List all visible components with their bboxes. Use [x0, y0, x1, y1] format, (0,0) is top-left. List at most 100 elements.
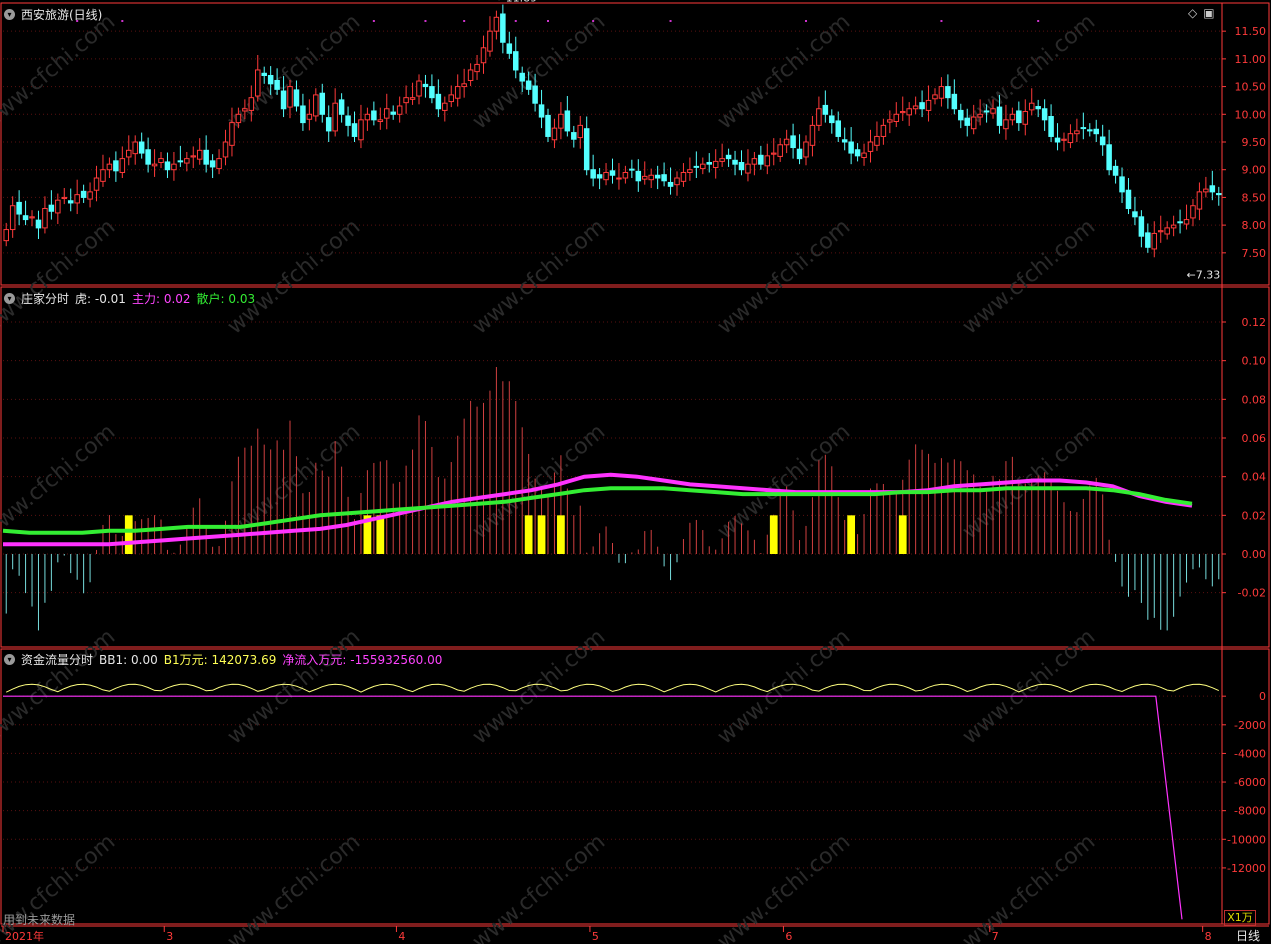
y-tick-label: 0.08 — [1242, 393, 1267, 406]
candle-body — [590, 169, 596, 179]
candle-body — [732, 159, 738, 165]
candle-body — [248, 97, 255, 111]
candle-body — [1074, 130, 1080, 135]
bb1-label: BB1: 0.00 — [99, 652, 158, 667]
candle-body — [1157, 230, 1164, 233]
candle-body — [138, 141, 145, 154]
candle-body — [1106, 144, 1112, 171]
candle-body — [319, 92, 326, 115]
candle-body — [55, 199, 61, 214]
candle-body — [500, 13, 506, 43]
candle-body — [255, 69, 261, 97]
watermark-text: www.cfchi.com — [0, 214, 120, 339]
candle-body — [293, 89, 300, 107]
candle-body — [822, 104, 829, 115]
axes: 7.50 8.00 8.50 9.00 9.50 10.00 10.50 11.00 11.50… — [2, 25, 1267, 943]
candle-body — [893, 113, 900, 122]
watermark-text: www.cfchi.com — [223, 624, 365, 749]
candle-body — [661, 174, 667, 182]
chevron-down-icon[interactable]: ▾ — [4, 293, 15, 304]
watermark-text: www.cfchi.com — [713, 624, 855, 749]
diamond-icon[interactable]: ◇ — [1188, 6, 1203, 20]
x-tick-label: 3 — [166, 930, 173, 943]
retail-label: 散户: 0.03 — [196, 292, 256, 306]
chevron-down-icon[interactable]: ▾ — [4, 9, 15, 20]
y-tick-label: 0.04 — [1242, 471, 1267, 484]
signal-bar — [376, 515, 385, 554]
candle-body — [351, 123, 358, 137]
candle-body — [448, 94, 455, 103]
candle-body — [306, 113, 313, 120]
net-inflow-line — [3, 695, 1183, 920]
x-tick-label: 4 — [398, 930, 405, 943]
y-tick-label: 0.02 — [1242, 509, 1267, 522]
candle-body — [1125, 189, 1132, 209]
flow-title: 资金流量分时 — [21, 653, 94, 667]
banker-indicator-panel[interactable] — [2, 367, 1220, 631]
watermark-text: www.cfchi.com — [223, 9, 365, 134]
price-panel-header: ▾ 西安旅游(日线) — [4, 6, 102, 23]
candle-body — [377, 119, 384, 122]
candle-body — [1041, 108, 1048, 121]
price-panel[interactable]: ←11.89 ←7.33 — [3, 0, 1222, 281]
candle-body — [596, 174, 603, 179]
candle-body — [603, 171, 609, 181]
candle-body — [1054, 137, 1061, 143]
stock-chart[interactable]: www.cfchi.com www.cfchi.com www.cfchi.com w… — [0, 0, 1271, 944]
candle-body — [1093, 128, 1099, 135]
future-data-note: 用到未来数据 — [3, 913, 76, 927]
candle-body — [126, 149, 132, 158]
candle-body — [242, 108, 248, 112]
candle-body — [751, 158, 758, 165]
tiger-label: 虎: -0.01 — [75, 292, 126, 306]
candle-body — [1087, 129, 1093, 132]
candle-body — [9, 205, 16, 231]
candle-body — [622, 171, 629, 179]
signal-dot — [372, 20, 375, 22]
candle-body — [422, 83, 429, 88]
candle-body — [803, 141, 809, 158]
period-label[interactable]: 日线 — [1236, 927, 1260, 944]
candle-body — [1080, 127, 1087, 130]
y-tick-label: 0.06 — [1242, 432, 1267, 445]
candle-body — [583, 128, 590, 171]
x-tick-label: 5 — [592, 930, 599, 943]
candle-body — [880, 124, 887, 137]
candle-body — [519, 72, 525, 82]
candle-body — [867, 141, 874, 152]
unit-label[interactable]: X1万 — [1224, 910, 1256, 926]
y-tick-label: 0.12 — [1242, 316, 1267, 329]
candle-body — [809, 124, 816, 146]
flow-header: ▾ 资金流量分时 BB1: 0.00 B1万元: 142073.69 净流入万元… — [4, 651, 442, 668]
y-tick-label: -12000 — [1227, 862, 1266, 875]
chevron-down-icon[interactable]: ▾ — [4, 654, 15, 665]
candle-body — [532, 85, 538, 104]
candle-body — [990, 108, 996, 114]
candle-body — [235, 113, 242, 124]
candle-body — [654, 174, 661, 179]
candle-body — [100, 169, 106, 182]
candle-body — [390, 111, 396, 115]
candle-body — [280, 90, 287, 110]
window-icon[interactable]: ▣ — [1203, 6, 1220, 20]
candle-body — [1016, 110, 1022, 124]
candle-body — [977, 113, 983, 118]
candle-body — [816, 108, 822, 126]
candle-body — [512, 51, 519, 71]
candle-body — [1196, 191, 1203, 210]
signal-bar — [769, 515, 778, 554]
candle-body — [403, 97, 409, 104]
candle-body — [190, 155, 197, 158]
candle-body — [1164, 227, 1170, 235]
y-tick-label: -4000 — [1234, 747, 1266, 760]
candle-body — [829, 115, 835, 124]
signal-dot — [804, 20, 807, 22]
candle-body — [416, 80, 422, 97]
candle-body — [983, 110, 990, 113]
candle-body — [616, 177, 622, 180]
signal-bar — [537, 515, 546, 554]
candle-body — [745, 163, 751, 174]
candle-body — [67, 200, 74, 204]
panel-controls[interactable]: ◇▣ — [1188, 6, 1221, 20]
candle-body — [325, 117, 332, 132]
